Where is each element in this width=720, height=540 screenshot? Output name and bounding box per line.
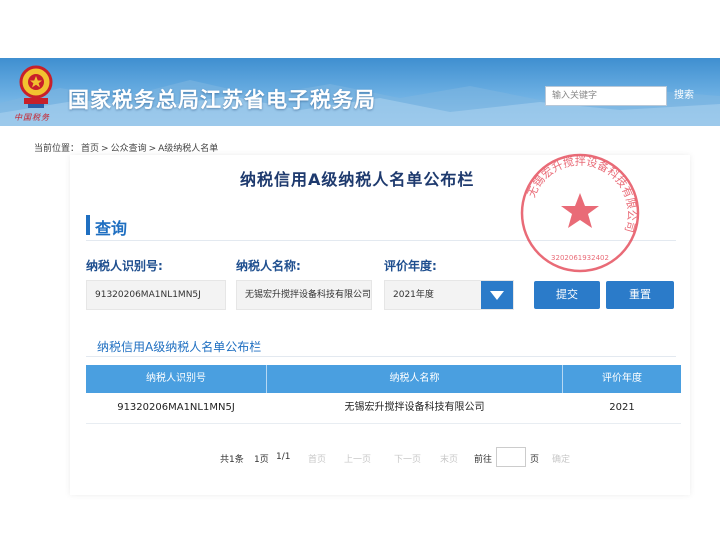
pagination-next[interactable]: 下一页: [394, 452, 421, 465]
breadcrumb-prefix: 当前位置：: [34, 144, 80, 154]
pagination-goto-suffix: 页: [530, 455, 540, 465]
pagination-confirm[interactable]: 确定: [552, 452, 570, 465]
company-seal-stamp: 无锡宏升搅拌设备科技有限公司 3202061932402: [520, 153, 640, 273]
cell-evaluation-year: 2021: [609, 402, 635, 413]
pagination-total: 共1条: [220, 455, 244, 465]
results-table-header: 纳税人识别号 纳税人名称 评价年度: [86, 365, 681, 393]
site-title: 国家税务总局江苏省电子税务局: [68, 88, 376, 112]
pagination-last[interactable]: 末页: [440, 452, 458, 465]
pagination-pages: 1页: [254, 455, 269, 465]
submit-button[interactable]: 提交: [534, 281, 600, 309]
page-number-input[interactable]: [496, 447, 526, 467]
column-header-taxpayer-id: 纳税人识别号: [146, 373, 206, 384]
section-accent-bar: [86, 215, 90, 235]
breadcrumb-separator: >: [148, 144, 157, 154]
svg-text:无锡宏升搅拌设备科技有限公司: 无锡宏升搅拌设备科技有限公司: [525, 154, 638, 234]
tax-emblem-icon: [19, 65, 53, 108]
taxpayer-id-input[interactable]: 91320206MA1NL1MN5J: [86, 280, 226, 310]
taxpayer-name-input[interactable]: 无锡宏升搅拌设备科技有限公司: [236, 280, 372, 310]
breadcrumb-separator: >: [101, 144, 109, 154]
query-section-title: 查询: [95, 219, 128, 238]
logo-script: 中国税务: [14, 113, 50, 122]
results-divider: [86, 356, 676, 357]
page-title: 纳税信用A级纳税人名单公布栏: [240, 170, 475, 189]
pagination-prev[interactable]: 上一页: [344, 452, 371, 465]
evaluation-year-label: 评价年度:: [384, 259, 437, 273]
taxpayer-id-label: 纳税人识别号:: [86, 259, 163, 273]
cell-taxpayer-id: 91320206MA1NL1MN5J: [117, 402, 235, 413]
cell-taxpayer-name: 无锡宏升搅拌设备科技有限公司: [344, 402, 485, 413]
svg-text:3202061932402: 3202061932402: [551, 254, 609, 262]
breadcrumb-current[interactable]: A级纳税人名单: [158, 144, 218, 154]
table-row[interactable]: 91320206MA1NL1MN5J 无锡宏升搅拌设备科技有限公司 2021: [86, 393, 681, 424]
column-header-evaluation-year: 评价年度: [602, 373, 642, 384]
reset-button[interactable]: 重置: [606, 281, 674, 309]
taxpayer-name-label: 纳税人名称:: [236, 259, 301, 273]
pagination-first[interactable]: 首页: [308, 452, 326, 465]
pagination-current: 1/1: [276, 452, 291, 462]
breadcrumb-home[interactable]: 首页: [81, 144, 99, 154]
search-button[interactable]: 搜索: [674, 86, 694, 106]
results-subtitle: 纳税信用A级纳税人名单公布栏: [97, 340, 262, 354]
dropdown-arrow-icon[interactable]: [481, 281, 513, 309]
search-input[interactable]: 输入关键字: [545, 86, 667, 106]
breadcrumb: 当前位置： 首页 > 公众查询 > A级纳税人名单: [34, 141, 220, 154]
breadcrumb-public-query[interactable]: 公众查询: [111, 144, 147, 154]
column-header-taxpayer-name: 纳税人名称: [389, 373, 440, 384]
pagination-goto-label: 前往: [474, 455, 493, 465]
